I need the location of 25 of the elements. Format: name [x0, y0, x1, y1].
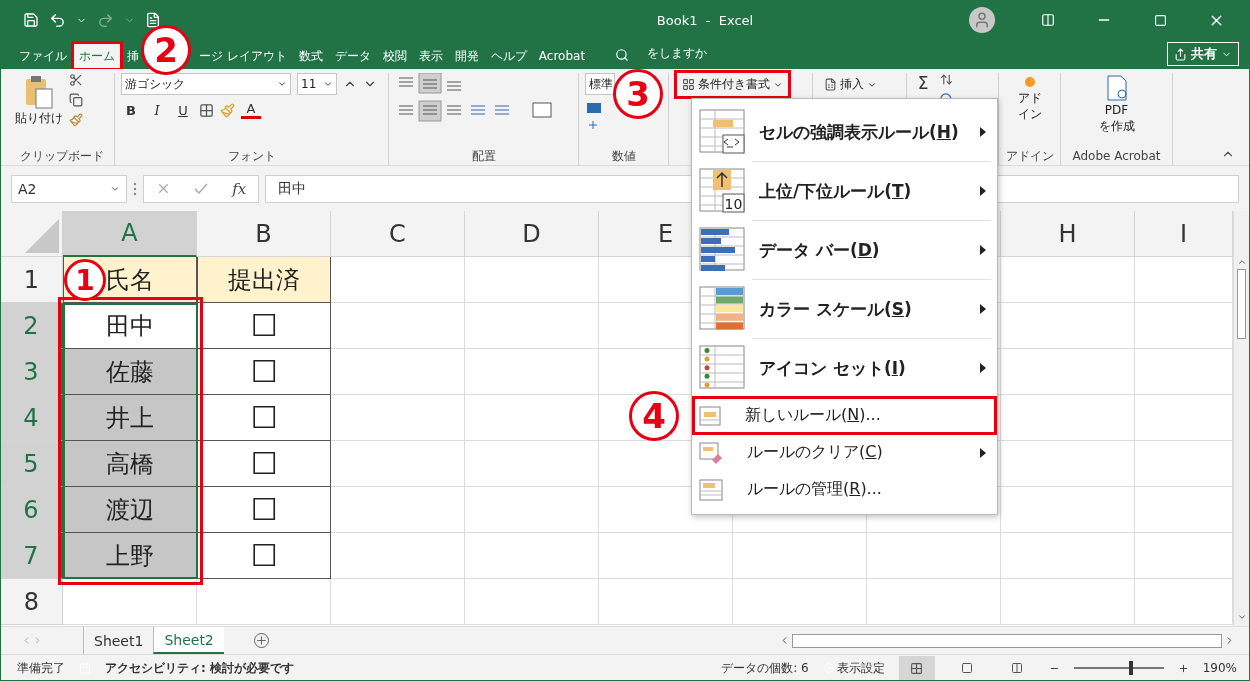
- cell-text: 提出済: [228, 267, 300, 292]
- group-label: Adobe Acrobat: [1071, 148, 1162, 165]
- status-text: 準備完了: [17, 659, 65, 677]
- checkbox-symbol: ☐: [250, 310, 278, 341]
- cell-text: 佐藤: [106, 359, 154, 384]
- group-label: 配置: [470, 148, 497, 165]
- cell-text: 氏名: [106, 267, 154, 292]
- top-bottom-rules-icon: 10: [699, 168, 747, 214]
- group-label: フォント: [226, 148, 277, 165]
- count-text: データの個数: 6: [721, 659, 809, 677]
- cell-text: 井上: [106, 405, 154, 430]
- cell-text: 上野: [106, 543, 154, 568]
- checkbox-symbol: ☐: [250, 448, 278, 479]
- group-label: 数値: [610, 148, 637, 165]
- checkbox-symbol: ☐: [250, 356, 278, 387]
- checkbox-symbol: ☐: [250, 402, 278, 433]
- cell-text: 高橋: [106, 451, 154, 476]
- checkbox-symbol: ☐: [250, 494, 278, 525]
- cell-text: 渡辺: [106, 497, 154, 522]
- group-label: クリップボード: [18, 148, 105, 165]
- window-title: Book1 - Excel: [655, 12, 755, 28]
- step-number-badge: 3: [613, 69, 663, 119]
- checkbox-symbol: ☐: [250, 540, 278, 571]
- cell-text: 田中: [106, 313, 154, 338]
- group-label: アドイン: [1005, 148, 1054, 165]
